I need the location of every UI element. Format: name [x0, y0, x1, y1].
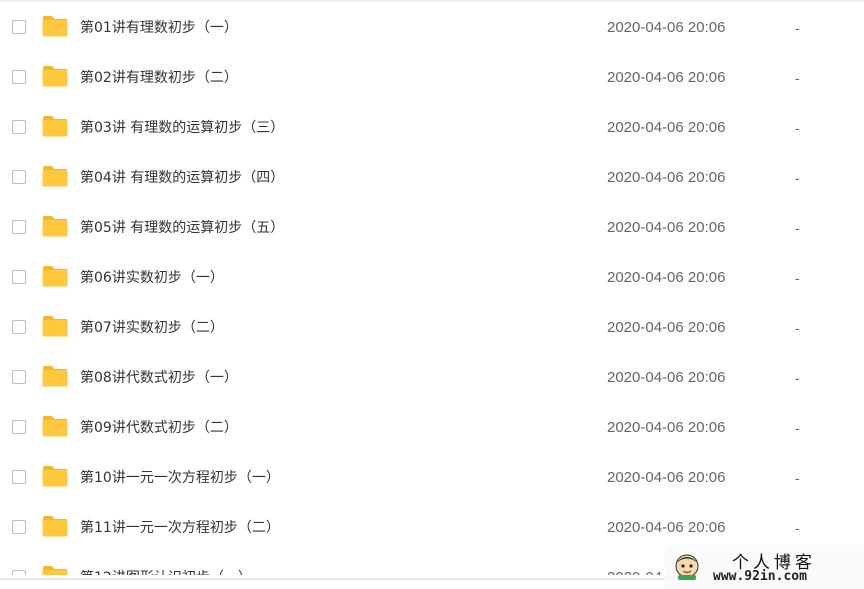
- file-name[interactable]: 第07讲实数初步（二）: [80, 319, 224, 337]
- file-name[interactable]: 第06讲实数初步（一）: [80, 269, 224, 287]
- row-checkbox[interactable]: [12, 520, 26, 534]
- file-size: -: [795, 220, 800, 236]
- file-name[interactable]: 第03讲 有理数的运算初步（三）: [80, 119, 284, 137]
- file-modified-date: 2020-04-06 20:06: [607, 519, 726, 536]
- file-size: -: [795, 370, 800, 386]
- file-modified-date: 2020-04-06 20:06: [607, 369, 726, 386]
- folder-icon[interactable]: [42, 366, 68, 387]
- file-modified-date: 2020-04-06 20:06: [607, 69, 726, 86]
- row-checkbox[interactable]: [12, 420, 26, 434]
- file-row[interactable]: 第01讲有理数初步（一） 2020-04-06 20:06 -: [0, 3, 864, 53]
- file-size: -: [795, 420, 800, 436]
- file-row[interactable]: 第06讲实数初步（一） 2020-04-06 20:06 -: [0, 253, 864, 303]
- row-checkbox[interactable]: [12, 70, 26, 84]
- file-row[interactable]: 第05讲 有理数的运算初步（五） 2020-04-06 20:06 -: [0, 203, 864, 253]
- file-size: -: [795, 70, 800, 86]
- file-name[interactable]: 第02讲有理数初步（二）: [80, 69, 238, 87]
- file-row[interactable]: 第03讲 有理数的运算初步（三） 2020-04-06 20:06 -: [0, 103, 864, 153]
- file-name[interactable]: 第01讲有理数初步（一）: [80, 19, 238, 37]
- file-size: -: [795, 170, 800, 186]
- file-size: -: [795, 270, 800, 286]
- row-checkbox[interactable]: [12, 470, 26, 484]
- row-checkbox[interactable]: [12, 120, 26, 134]
- file-modified-date: 2020-04-06 20:06: [607, 319, 726, 336]
- file-modified-date: 2020-04-06 20:06: [607, 269, 726, 286]
- file-size: -: [795, 120, 800, 136]
- folder-icon[interactable]: [42, 516, 68, 537]
- file-modified-date: 2020-04-06 20:06: [607, 419, 726, 436]
- folder-icon[interactable]: [42, 16, 68, 37]
- file-row[interactable]: 第07讲实数初步（二） 2020-04-06 20:06 -: [0, 303, 864, 353]
- top-divider: [0, 0, 864, 2]
- file-row[interactable]: 第08讲代数式初步（一） 2020-04-06 20:06 -: [0, 353, 864, 403]
- watermark: 个人博客 www.92in.com: [665, 545, 864, 589]
- folder-icon[interactable]: [42, 116, 68, 137]
- file-modified-date: 2020-04-06 20:06: [607, 469, 726, 486]
- file-name[interactable]: 第11讲一元一次方程初步（二）: [80, 519, 280, 537]
- avatar-icon: [675, 554, 699, 580]
- file-modified-date: 2020-04-06 20:06: [607, 169, 726, 186]
- file-name[interactable]: 第04讲 有理数的运算初步（四）: [80, 169, 284, 187]
- folder-icon[interactable]: [42, 216, 68, 237]
- folder-icon[interactable]: [42, 166, 68, 187]
- file-size: -: [795, 470, 800, 486]
- folder-icon[interactable]: [42, 66, 68, 87]
- file-modified-date: 2020-04-06 20:06: [607, 19, 726, 36]
- file-row[interactable]: 第04讲 有理数的运算初步（四） 2020-04-06 20:06 -: [0, 153, 864, 203]
- file-modified-date: 2020-04-06 20:06: [607, 219, 726, 236]
- folder-icon[interactable]: [42, 266, 68, 287]
- file-name[interactable]: 第08讲代数式初步（一）: [80, 369, 238, 387]
- folder-icon[interactable]: [42, 466, 68, 487]
- watermark-url: www.92in.com: [713, 569, 807, 584]
- row-checkbox[interactable]: [12, 220, 26, 234]
- file-list: 第01讲有理数初步（一） 2020-04-06 20:06- 第02讲有理数初步（二…: [0, 3, 864, 589]
- row-checkbox[interactable]: [12, 370, 26, 384]
- file-size: -: [795, 320, 800, 336]
- file-size: -: [795, 520, 800, 536]
- file-modified-date: 2020-04-06 20:06: [607, 119, 726, 136]
- file-name[interactable]: 第05讲 有理数的运算初步（五）: [80, 219, 284, 237]
- row-checkbox[interactable]: [12, 170, 26, 184]
- file-name[interactable]: 第10讲一元一次方程初步（一）: [80, 469, 280, 487]
- file-list-screen: 第01讲有理数初步（一） 2020-04-06 20:06- 第02讲有理数初步（二…: [0, 0, 864, 589]
- file-row[interactable]: 第10讲一元一次方程初步（一） 2020-04-06 20:06 -: [0, 453, 864, 503]
- row-checkbox[interactable]: [12, 20, 26, 34]
- folder-icon[interactable]: [42, 316, 68, 337]
- row-checkbox[interactable]: [12, 320, 26, 334]
- row-checkbox[interactable]: [12, 270, 26, 284]
- file-row[interactable]: 第09讲代数式初步（二） 2020-04-06 20:06 -: [0, 403, 864, 453]
- file-size: -: [795, 20, 800, 36]
- folder-icon[interactable]: [42, 416, 68, 437]
- file-name[interactable]: 第09讲代数式初步（二）: [80, 419, 238, 437]
- file-row[interactable]: 第02讲有理数初步（二） 2020-04-06 20:06 -: [0, 53, 864, 103]
